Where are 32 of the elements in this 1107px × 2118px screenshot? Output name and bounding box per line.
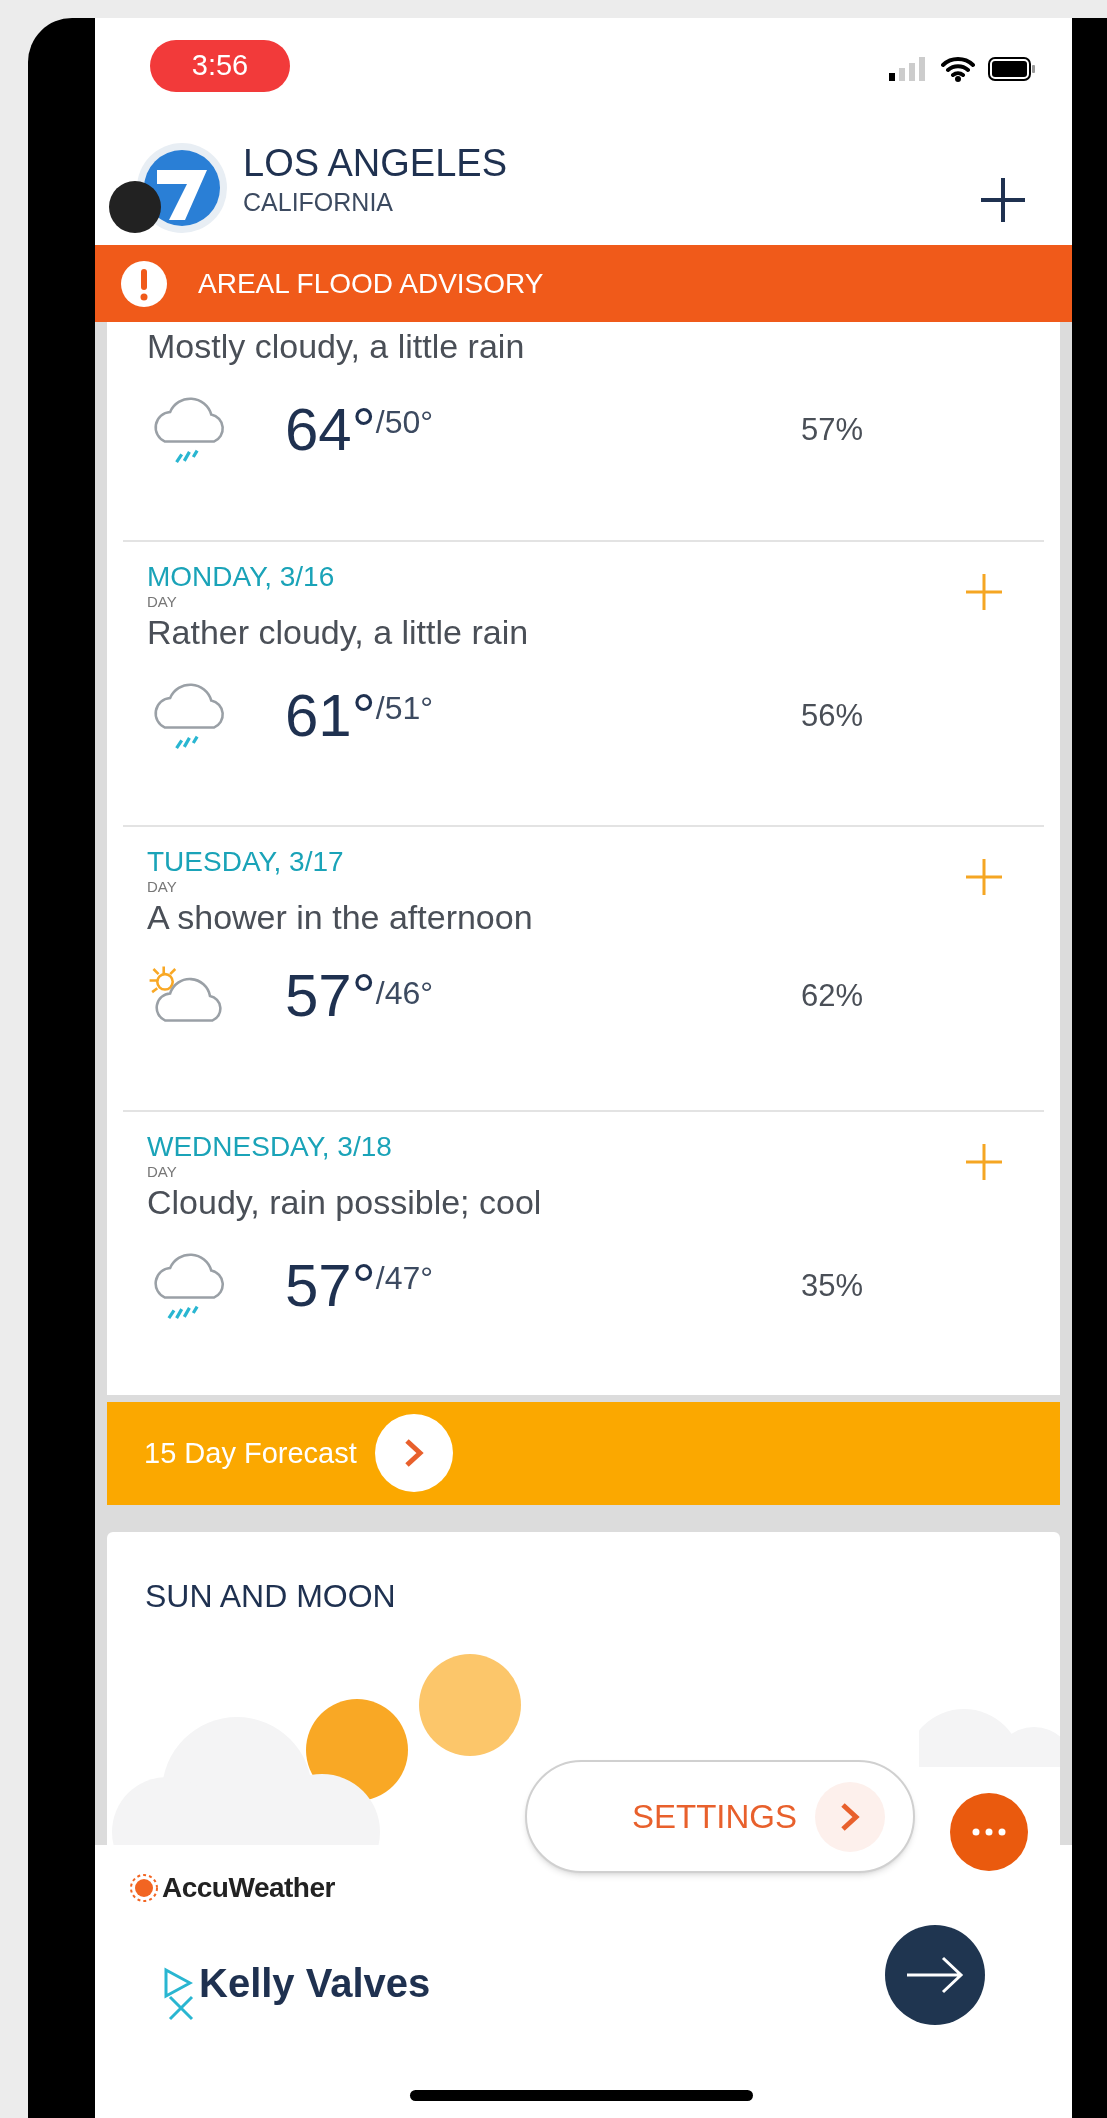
forecast-summary: Rather cloudy, a little rain (147, 612, 529, 653)
forecast-date: WEDNESDAY, 3/18 (147, 1130, 392, 1164)
low-temperature: /47° (375, 1259, 433, 1298)
forecast-summary: Mostly cloudy, a little rain (147, 326, 525, 367)
period-label: DAY (147, 1164, 177, 1180)
advertiser-name[interactable]: Kelly Valves (199, 1953, 431, 2013)
forecast-summary: Cloudy, rain possible; cool (147, 1182, 542, 1223)
alert-text: AREAL FLOOD ADVISORY (198, 266, 544, 301)
period-label: DAY (147, 879, 177, 895)
region-name: CALIFORNIA (243, 187, 395, 218)
high-temperature: 61° (285, 681, 376, 751)
low-temperature: /46° (375, 974, 433, 1013)
forecast-date: MONDAY, 3/16 (147, 560, 335, 594)
section-title: SUN AND MOON (145, 1576, 396, 1616)
precipitation-chance: 62% (801, 976, 864, 1015)
high-temperature: 57° (285, 1251, 376, 1321)
high-temperature: 57° (285, 961, 376, 1031)
period-label: DAY (147, 594, 177, 610)
low-temperature: /50° (375, 403, 433, 442)
precipitation-chance: 35% (801, 1266, 864, 1305)
precipitation-chance: 56% (801, 696, 864, 735)
precipitation-chance: 57% (801, 410, 864, 449)
low-temperature: /51° (375, 689, 433, 728)
forecast-summary: A shower in the afternoon (147, 897, 533, 938)
brand-name: AccuWeather (162, 1871, 335, 1905)
city-name: LOS ANGELES (243, 141, 507, 186)
forecast-date: TUESDAY, 3/17 (147, 845, 344, 879)
forecast-button[interactable]: 15 Day Forecast (107, 1402, 1060, 1505)
status-time: 3:56 (150, 40, 290, 92)
high-temperature: 64° (285, 395, 376, 465)
settings-button[interactable]: SETTINGS (525, 1760, 915, 1873)
alert-banner[interactable]: AREAL FLOOD ADVISORY (95, 245, 1072, 322)
